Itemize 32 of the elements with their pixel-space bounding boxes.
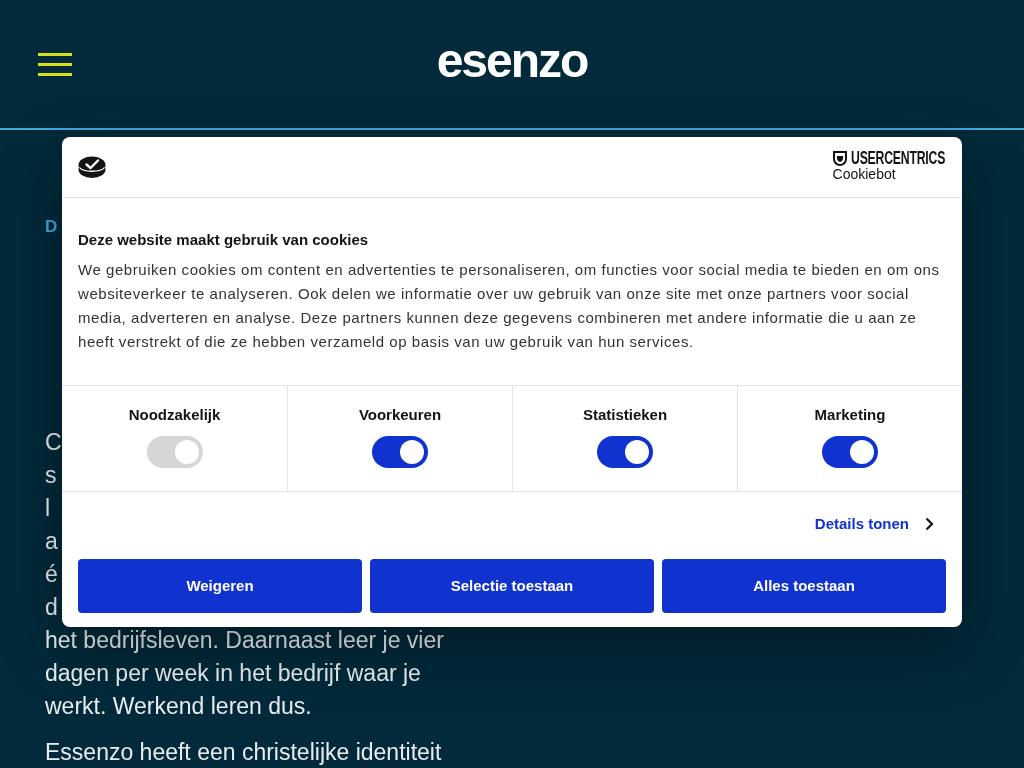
brand-name: USERCENTRICS	[850, 150, 945, 167]
body-text: l	[45, 496, 51, 520]
toggle-switch[interactable]	[597, 436, 653, 468]
menu-button[interactable]	[38, 52, 72, 76]
menu-icon	[38, 52, 72, 76]
body-text: a	[45, 529, 58, 553]
body-text: werkt. Werkend leren dus.	[45, 694, 312, 718]
consent-button[interactable]: Alles toestaan	[662, 559, 946, 613]
disc-check-icon	[78, 155, 106, 179]
details-link[interactable]: Details tonen	[814, 514, 934, 534]
product-name: Cookiebot	[832, 167, 896, 182]
category-label: Noodzakelijk	[128, 405, 221, 425]
category-label: Marketing	[814, 405, 886, 425]
body-text: é	[45, 562, 58, 586]
body-text: dagen per week in het bedrijf waar je	[45, 661, 421, 685]
body-text: C	[45, 430, 62, 454]
category-label: Statistieken	[582, 405, 668, 425]
body-text: d	[45, 595, 58, 619]
shield-icon	[832, 151, 847, 166]
body-text: s	[45, 463, 57, 487]
chevron-right-icon	[925, 517, 934, 531]
body-text: het bedrijfsleven. Daarnaast leer je vier	[45, 628, 444, 652]
site-logo[interactable]: esenzo	[436, 35, 588, 87]
dialog-text: We gebruiken cookies om content en advertenties te personaliseren, om functies voor social media te bieden en om ons websiteverkeer te analyseren. Ook delen we informatie over uw gebruik van onze site met onze partners voor social media, adverteren en analyse. Deze partners kunnen deze gegevens combineren met andere informatie die u aan ze heeft verstrekt of die ze hebben verzameld op basis van uw gebruik van hun services.	[78, 260, 941, 352]
section-label: D	[45, 217, 58, 237]
toggle-switch[interactable]	[372, 436, 428, 468]
dialog-title: Deze website maakt gebruik van cookies	[78, 230, 370, 250]
consent-button[interactable]: Selectie toestaan	[370, 559, 654, 613]
toggle-switch[interactable]	[822, 436, 878, 468]
consent-button[interactable]: Weigeren	[78, 559, 362, 613]
body-text: Essenzo heeft een christelijke identiteit	[45, 740, 442, 764]
category-label: Voorkeuren	[358, 405, 442, 425]
